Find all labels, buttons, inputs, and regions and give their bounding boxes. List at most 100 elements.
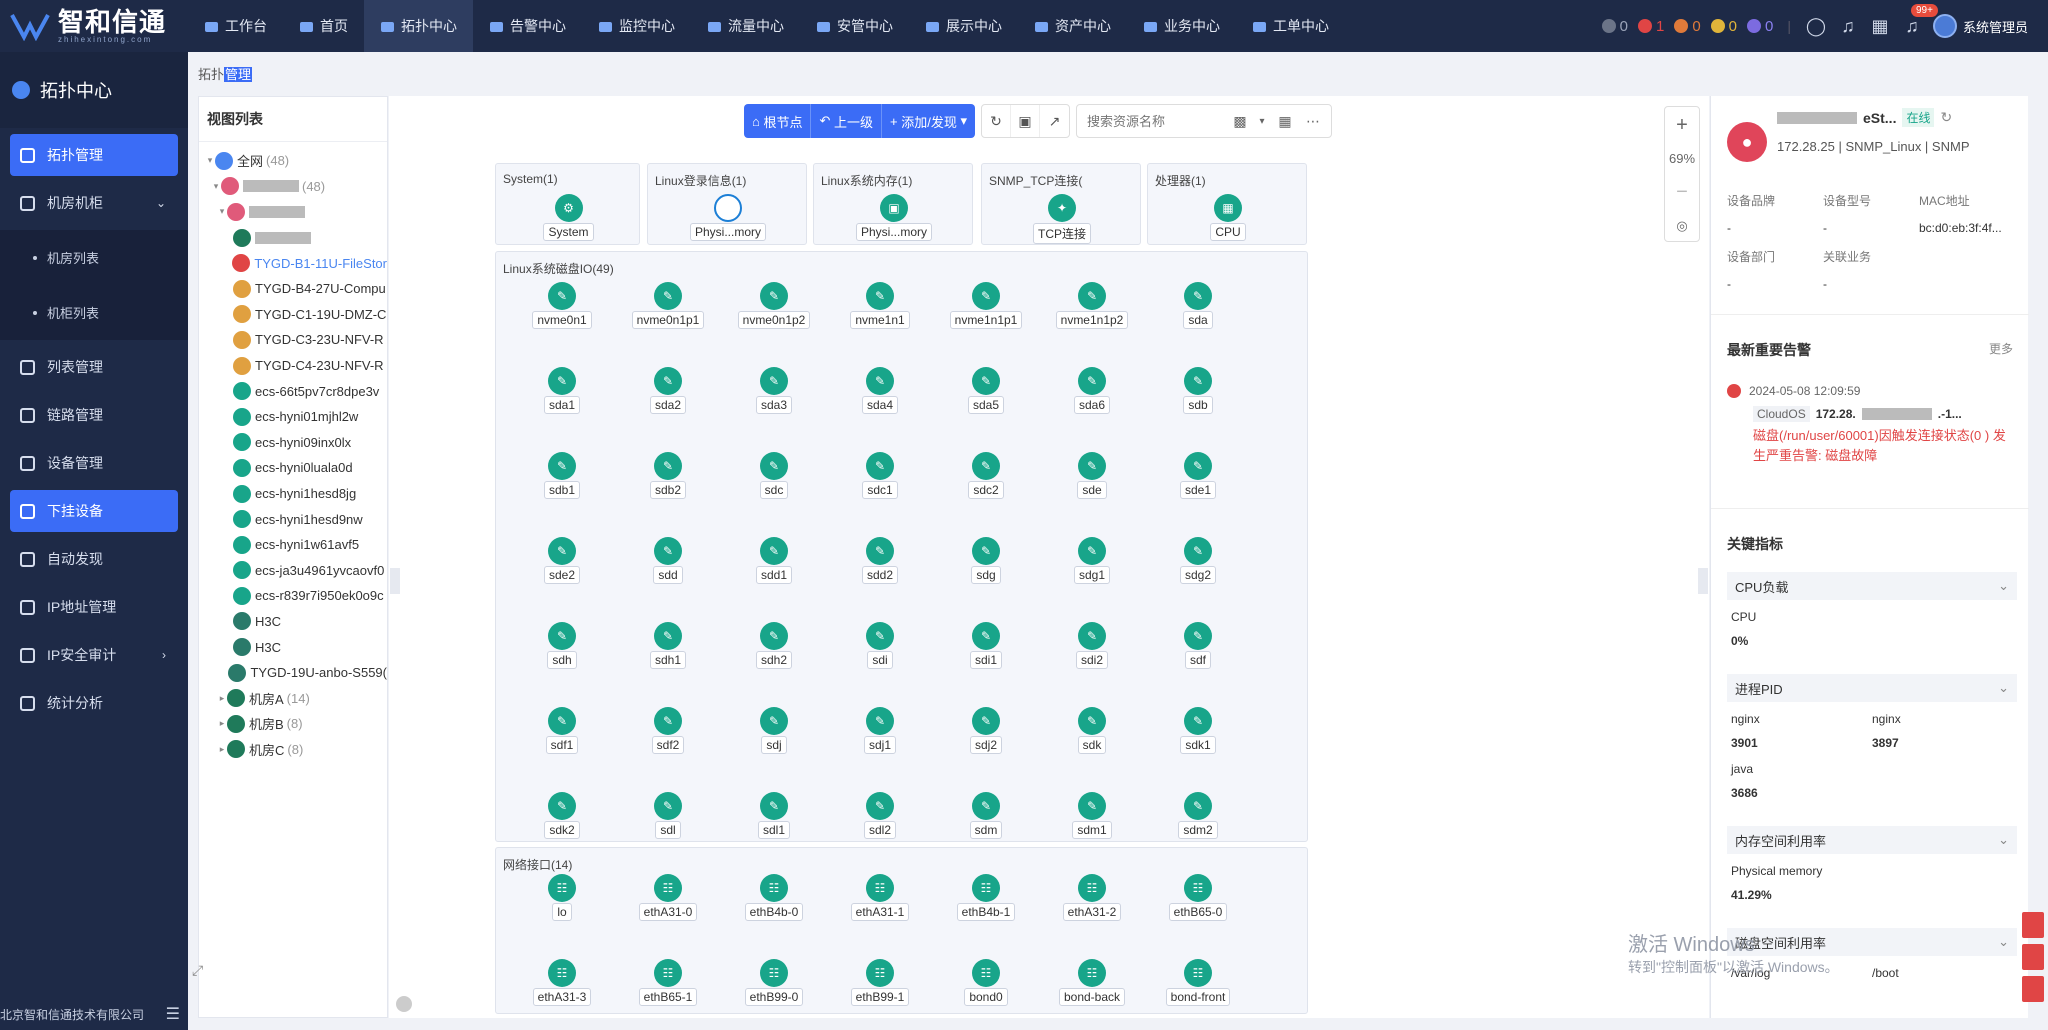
tree-node[interactable]: ▾ bbox=[199, 199, 387, 225]
topology-node[interactable]: ✎ sda5 bbox=[946, 367, 1026, 414]
topology-node[interactable]: ✎ sdg bbox=[946, 537, 1026, 584]
mute-icon[interactable]: ♫ bbox=[1837, 16, 1859, 37]
breadcrumb-prefix[interactable]: 拓扑 bbox=[198, 67, 224, 82]
kpi-accordion[interactable]: 进程PID ⌄ bbox=[1727, 674, 2017, 702]
topnav-item-2[interactable]: 拓扑中心 bbox=[364, 0, 473, 52]
resource-group-disk[interactable]: Linux系统磁盘IO(49) ✎ nvme0n1 ✎ nvme0n1p1 ✎ nvme0n… bbox=[495, 251, 1308, 842]
topology-node[interactable]: ✎ sda2 bbox=[628, 367, 708, 414]
topology-node[interactable]: ✎ sde1 bbox=[1158, 452, 1238, 499]
topology-node[interactable]: ☷ bond-front bbox=[1158, 959, 1238, 1006]
side-tabs[interactable] bbox=[2022, 912, 2044, 1002]
tree-node[interactable]: ▸ 机房B (8) bbox=[199, 711, 387, 737]
menu-icon[interactable]: ☰ bbox=[166, 1004, 180, 1024]
tree-toggle-icon[interactable]: ▸ bbox=[217, 718, 227, 729]
tree-node[interactable]: ecs-r839r7i950ek0o9c bbox=[199, 583, 387, 609]
zoom-in-button[interactable]: + bbox=[1676, 114, 1688, 137]
topnav-item-8[interactable]: 资产中心 bbox=[1018, 0, 1127, 52]
topology-node[interactable]: ✎ sdj2 bbox=[946, 707, 1026, 754]
tree-node[interactable]: ecs-66t5pv7cr8dpe3v bbox=[199, 378, 387, 404]
topology-node[interactable]: ☷ ethB65-1 bbox=[628, 959, 708, 1006]
topology-node[interactable]: ☷ ethB4b-0 bbox=[734, 874, 814, 921]
sidebar-item-6[interactable]: 设备管理 bbox=[10, 442, 178, 484]
tree-node[interactable]: ecs-hyni0luala0d bbox=[199, 455, 387, 481]
resource-group[interactable]: System(1) ⚙ System bbox=[495, 163, 640, 245]
topology-node[interactable]: ✎ nvme0n1 bbox=[522, 282, 602, 329]
tree-node[interactable]: H3C bbox=[199, 609, 387, 635]
sidebar-item-9[interactable]: IP地址管理 bbox=[10, 586, 178, 628]
tree-node[interactable]: ▾ (48) bbox=[199, 174, 387, 200]
tree-node[interactable] bbox=[199, 225, 387, 251]
topology-node[interactable]: ✎ sdj1 bbox=[840, 707, 920, 754]
topology-node[interactable]: ✎ sdb2 bbox=[628, 452, 708, 499]
topology-node[interactable]: ▦ CPU bbox=[1188, 194, 1268, 241]
topology-node[interactable]: ✎ sdl bbox=[628, 792, 708, 839]
topology-node[interactable]: ✎ sda4 bbox=[840, 367, 920, 414]
tree-toggle-icon[interactable]: ▾ bbox=[217, 206, 227, 217]
sidebar-item-7[interactable]: 下挂设备 bbox=[10, 490, 178, 532]
topology-node[interactable]: ✎ sda1 bbox=[522, 367, 602, 414]
sidebar-item-1[interactable]: 机房机柜 ⌄ bbox=[10, 182, 178, 224]
resource-group[interactable]: 处理器(1) ▦ CPU bbox=[1147, 163, 1307, 245]
brand-logo[interactable]: 智和信通 zhihexintong.com bbox=[0, 0, 188, 52]
fit-view-icon[interactable]: ◎ bbox=[1676, 218, 1687, 234]
tree-node[interactable]: TYGD-C4-23U-NFV-R bbox=[199, 353, 387, 379]
topology-node[interactable]: ✎ sdi bbox=[840, 622, 920, 669]
save-icon[interactable]: ▣ bbox=[1011, 105, 1040, 137]
tree-node[interactable]: TYGD-B4-27U-Compu bbox=[199, 276, 387, 302]
topology-node[interactable]: ✎ sdk2 bbox=[522, 792, 602, 839]
tree-node[interactable]: ▸ 机房C (8) bbox=[199, 737, 387, 763]
collapse-left-handle[interactable] bbox=[390, 568, 400, 594]
resource-group[interactable]: Linux登录信息(1) ◎ Physi...mory bbox=[647, 163, 807, 245]
topology-node[interactable]: ⚙ System bbox=[529, 194, 609, 241]
refresh-icon[interactable]: ↻ bbox=[982, 105, 1011, 137]
topology-node[interactable]: ✎ sdi1 bbox=[946, 622, 1026, 669]
tree-toggle-icon[interactable]: ▾ bbox=[211, 181, 221, 192]
image-icon[interactable]: ▩ bbox=[1227, 113, 1253, 130]
topnav-item-9[interactable]: 业务中心 bbox=[1127, 0, 1236, 52]
zoom-out-button[interactable]: − bbox=[1676, 181, 1688, 204]
sidebar-item-8[interactable]: 自动发现 bbox=[10, 538, 178, 580]
topnav-item-10[interactable]: 工单中心 bbox=[1236, 0, 1345, 52]
chevron-down-icon[interactable]: ▾ bbox=[1253, 116, 1271, 127]
topology-node[interactable]: ✎ sdk1 bbox=[1158, 707, 1238, 754]
tree-node[interactable]: H3C bbox=[199, 634, 387, 660]
up-level-button[interactable]: ↶ 上一级 bbox=[811, 104, 883, 138]
tree-node[interactable]: TYGD-19U-anbo-S559( bbox=[199, 660, 387, 686]
tree-node[interactable]: TYGD-C1-19U-DMZ-C bbox=[199, 302, 387, 328]
tree-node[interactable]: ecs-ja3u4961yvcaovf0 bbox=[199, 558, 387, 584]
refresh-icon[interactable]: ↻ bbox=[1940, 109, 1952, 126]
sidebar-item-11[interactable]: 统计分析 bbox=[10, 682, 178, 724]
topology-node[interactable]: ✎ sdc2 bbox=[946, 452, 1026, 499]
topology-node[interactable]: ✎ sdc1 bbox=[840, 452, 920, 499]
tree-toggle-icon[interactable]: ▸ bbox=[217, 744, 227, 755]
topology-node[interactable]: ✎ nvme0n1p2 bbox=[734, 282, 814, 329]
topology-node[interactable]: ✎ sdm1 bbox=[1052, 792, 1132, 839]
kpi-accordion[interactable]: CPU负载 ⌄ bbox=[1727, 572, 2017, 600]
topology-node[interactable]: ☷ ethB65-0 bbox=[1158, 874, 1238, 921]
layout-icon[interactable]: ▦ bbox=[1271, 113, 1299, 130]
topology-node[interactable]: ☷ ethA31-3 bbox=[522, 959, 602, 1006]
topology-node[interactable]: ✎ sdk bbox=[1052, 707, 1132, 754]
resource-group[interactable]: Linux系统内存(1) ▣ Physi...mory bbox=[813, 163, 973, 245]
alarm-count-0[interactable]: 0 bbox=[1601, 18, 1628, 35]
topology-node[interactable]: ✎ sdf2 bbox=[628, 707, 708, 754]
resource-group[interactable]: SNMP_TCP连接(✦ TCP连接 bbox=[981, 163, 1141, 245]
layout-icon[interactable]: ▦ bbox=[1869, 16, 1891, 37]
add-discover-button[interactable]: + 添加/发现 ▾ bbox=[882, 104, 975, 138]
topology-node[interactable]: ✎ sdh bbox=[522, 622, 602, 669]
topology-node[interactable]: ✎ nvme1n1 bbox=[840, 282, 920, 329]
sidebar-subitem-3[interactable]: 机柜列表 bbox=[0, 285, 188, 340]
tree-toggle-icon[interactable]: ▾ bbox=[205, 155, 215, 166]
user-menu[interactable]: 系统管理员 bbox=[1932, 14, 2028, 38]
sidebar-item-4[interactable]: 列表管理 bbox=[10, 346, 178, 388]
tree-node[interactable]: ecs-hyni1hesd8jg bbox=[199, 481, 387, 507]
topology-node[interactable]: ✎ sdd2 bbox=[840, 537, 920, 584]
topology-node[interactable]: ✎ sda3 bbox=[734, 367, 814, 414]
more-link[interactable]: 更多 bbox=[1989, 340, 2013, 360]
topology-node[interactable]: ✎ sda6 bbox=[1052, 367, 1132, 414]
collapse-right-handle[interactable] bbox=[1698, 568, 1708, 594]
topology-node[interactable]: ✎ nvme1n1p1 bbox=[946, 282, 1026, 329]
tree-node[interactable]: ▸ 机房A (14) bbox=[199, 685, 387, 711]
export-icon[interactable]: ↗ bbox=[1040, 105, 1069, 137]
topology-canvas[interactable]: System(1) ⚙ System Linux登录信息(1) ◎ Physi...mor… bbox=[389, 96, 1709, 1018]
